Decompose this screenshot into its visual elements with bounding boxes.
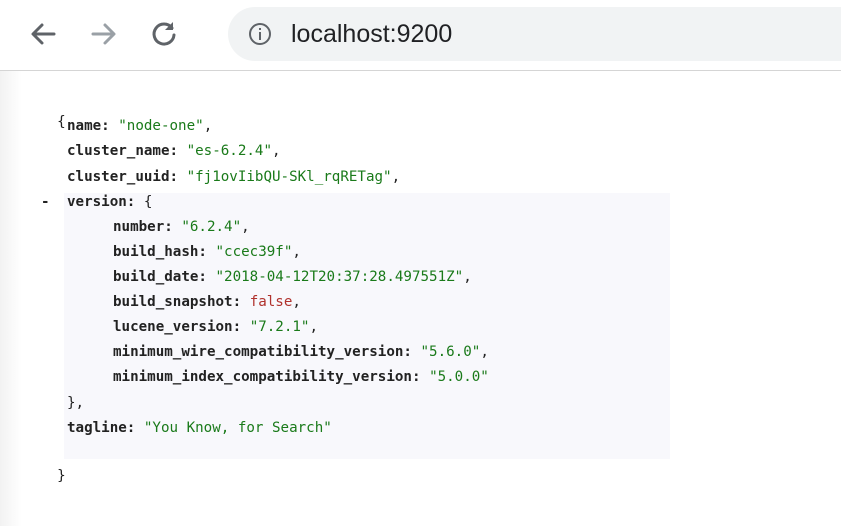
json-key: build_snapshot	[113, 294, 233, 310]
close-brace: }	[57, 467, 66, 484]
json-root-close: }	[23, 444, 66, 484]
json-viewer: { name: "node-one", cluster_name: "es-6.…	[0, 71, 841, 526]
json-key: version	[67, 194, 127, 210]
info-icon[interactable]	[248, 22, 272, 46]
json-line-number: number: "6.2.4",	[113, 219, 250, 235]
json-line-build-snapshot: build_snapshot: false,	[113, 294, 301, 310]
json-key: cluster_uuid	[67, 169, 170, 185]
version-close-brace: },	[67, 395, 85, 411]
address-bar[interactable]: localhost:9200	[228, 7, 841, 61]
json-key: number	[113, 219, 165, 235]
back-button[interactable]	[26, 17, 60, 51]
json-key: build_hash	[113, 244, 199, 260]
json-line-lucene-version: lucene_version: "7.2.1",	[113, 319, 319, 335]
json-key: build_date	[113, 269, 199, 285]
json-line-build-date: build_date: "2018-04-12T20:37:28.497551Z…	[113, 269, 472, 285]
json-root-open: {	[23, 90, 66, 130]
json-string-value: "node-one"	[118, 118, 204, 134]
json-line-cluster-name: cluster_name: "es-6.2.4",	[67, 143, 281, 159]
reload-icon	[152, 22, 176, 46]
json-string-value: "fj1ovIibQU-SKl_rqRETag"	[186, 169, 392, 185]
json-line-tagline: tagline: "You Know, for Search"	[67, 420, 332, 436]
json-line-version: version: {	[67, 194, 153, 210]
json-key: tagline	[67, 420, 127, 436]
forward-arrow-icon	[91, 23, 116, 45]
version-open-brace: {	[143, 194, 153, 210]
json-line-name: name: "node-one",	[67, 118, 213, 134]
json-string-value: "es-6.2.4"	[186, 143, 273, 159]
open-brace: {	[57, 113, 66, 130]
json-string-value: "ccec39f"	[215, 244, 293, 260]
json-string-value: "5.0.0"	[429, 369, 489, 385]
json-string-value: "You Know, for Search"	[143, 420, 332, 436]
json-line-build-hash: build_hash: "ccec39f",	[113, 244, 301, 260]
json-key: name	[67, 118, 102, 134]
back-arrow-icon	[31, 23, 56, 45]
json-line-version-close: },	[67, 393, 84, 415]
forward-button[interactable]	[87, 17, 121, 51]
json-line-min-wire: minimum_wire_compatibility_version: "5.6…	[113, 344, 489, 360]
json-string-value: "7.2.1"	[249, 319, 310, 335]
json-string-value: "5.6.0"	[420, 344, 481, 360]
json-line-min-index: minimum_index_compatibility_version: "5.…	[113, 369, 489, 385]
json-line-cluster-uuid: cluster_uuid: "fj1ovIibQU-SKl_rqRETag",	[67, 169, 401, 185]
json-string-value: "2018-04-12T20:37:28.497551Z"	[215, 269, 464, 285]
json-string-value: "6.2.4"	[181, 219, 242, 235]
collapse-version-toggle[interactable]: -	[41, 192, 55, 213]
json-key: minimum_index_compatibility_version	[113, 369, 412, 385]
json-boolean-value: false	[249, 294, 293, 310]
json-key: cluster_name	[67, 143, 170, 159]
reload-button[interactable]	[147, 17, 181, 51]
url-text[interactable]: localhost:9200	[291, 19, 452, 49]
json-key: minimum_wire_compatibility_version	[113, 344, 404, 360]
browser-toolbar: localhost:9200	[0, 0, 841, 71]
json-key: lucene_version	[113, 319, 233, 335]
